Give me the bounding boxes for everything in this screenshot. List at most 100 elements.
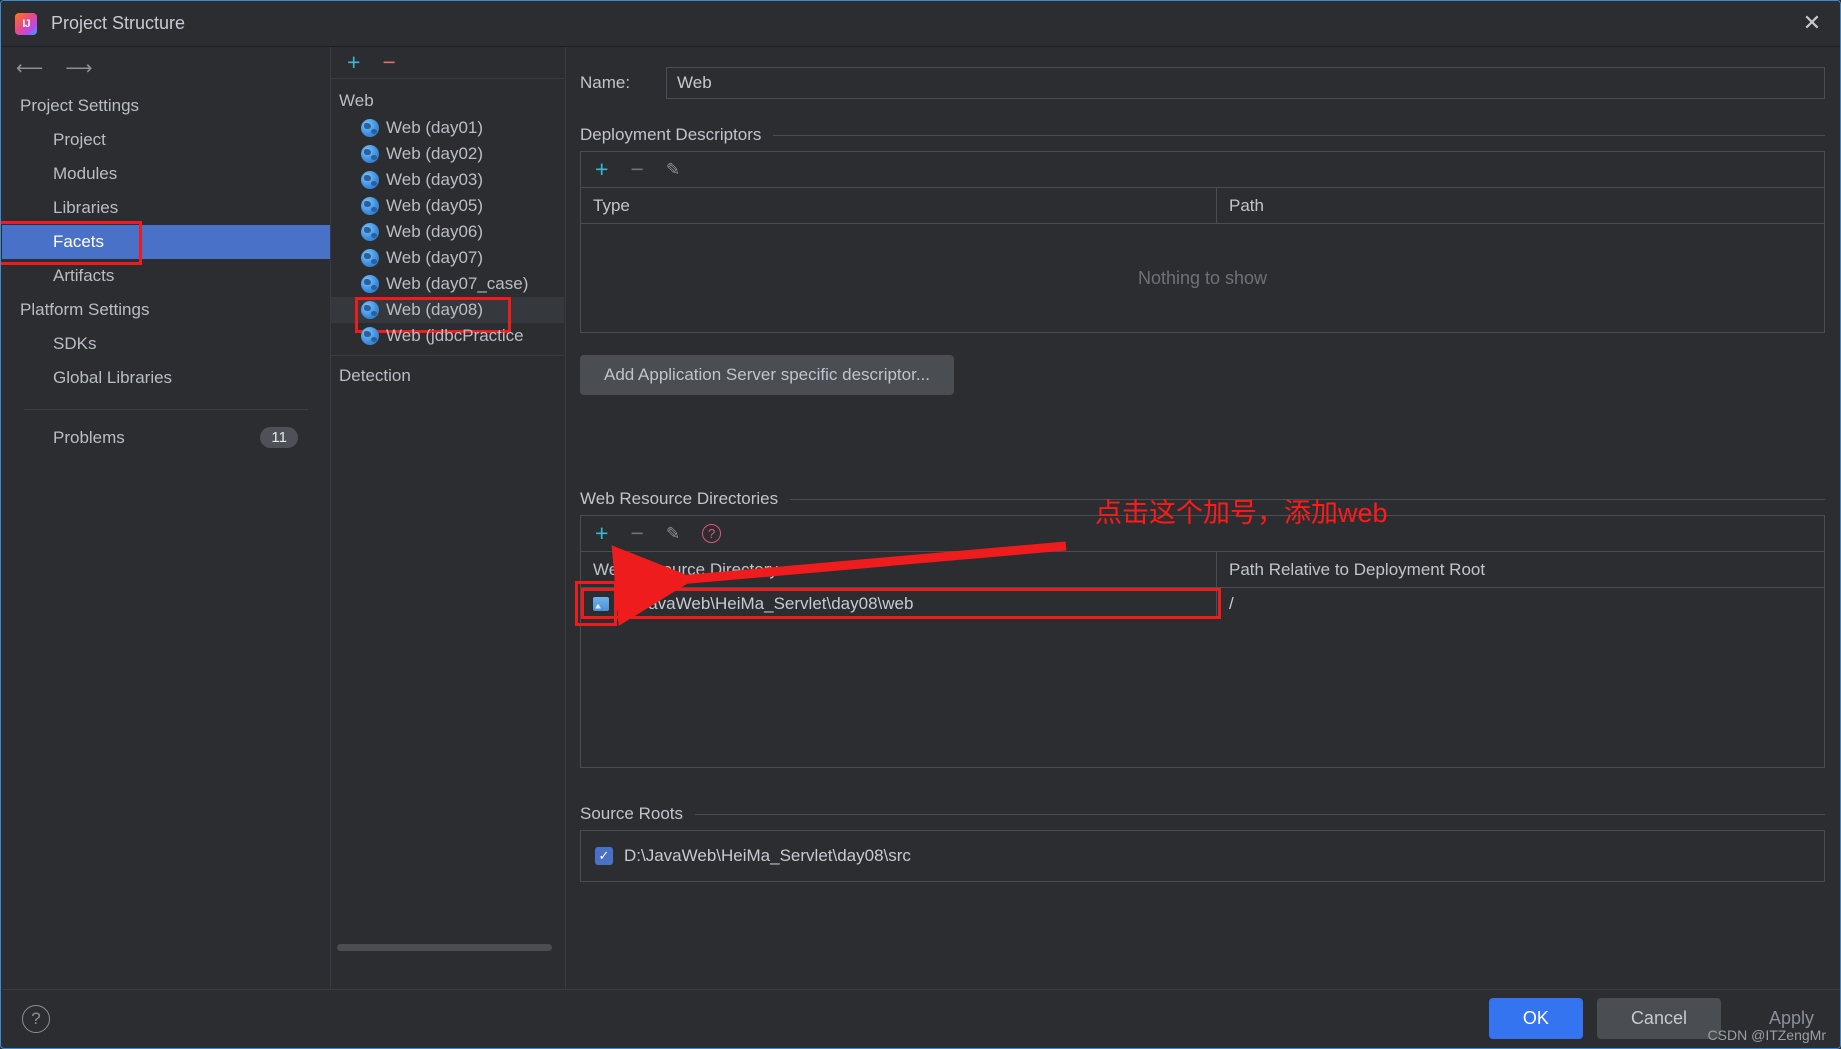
deployment-descriptors-title: Deployment Descriptors <box>580 125 1825 145</box>
tree-divider <box>331 355 564 356</box>
title-bar: IJ Project Structure ✕ <box>1 1 1840 47</box>
tree-section-detection: Detection <box>339 366 411 385</box>
close-icon[interactable]: ✕ <box>1792 5 1832 41</box>
arrow-right-icon[interactable]: ⟶ <box>65 59 92 78</box>
tree-item-label: Web (day01) <box>386 118 484 137</box>
facet-tree-panel: + − Web Web (day01) Web (day02) Web (day… <box>330 47 564 992</box>
section-label: Source Roots <box>580 804 683 823</box>
sidebar-item-sdks[interactable]: SDKs <box>2 327 330 361</box>
sidebar-divider <box>24 409 308 410</box>
tree-item-web-day07-case[interactable]: Web (day07_case) <box>331 271 564 297</box>
tree-item-label: Web (day05) <box>386 196 484 215</box>
minus-icon[interactable]: − <box>630 522 643 545</box>
facet-detail-panel: Name: Deployment Descriptors + − ✎ Type … <box>565 47 1839 992</box>
column-header-web-resource-directory: Web Resource Directory <box>581 552 1217 587</box>
source-root-checkbox[interactable]: ✓ <box>595 847 613 865</box>
watermark: CSDN @ITZengMr <box>1707 1027 1826 1043</box>
column-header-path-relative: Path Relative to Deployment Root <box>1229 559 1486 579</box>
web-resource-table-header: Web Resource Directory Path Relative to … <box>581 552 1824 588</box>
web-resource-toolbar: + − ✎ ? <box>581 516 1824 552</box>
web-globe-icon <box>361 327 379 345</box>
web-resource-directory-value: D:\JavaWeb\HeiMa_Servlet\day08\web <box>618 593 914 613</box>
tree-item-web-day06[interactable]: Web (day06) <box>331 219 564 245</box>
plus-icon[interactable]: + <box>595 158 608 181</box>
web-globe-icon <box>361 301 379 319</box>
deployment-descriptors-panel: + − ✎ Type Path Nothing to show <box>580 151 1825 333</box>
cancel-button[interactable]: Cancel <box>1596 998 1721 1039</box>
section-label: Web Resource Directories <box>580 489 779 508</box>
question-mark-icon[interactable]: ? <box>702 524 722 543</box>
web-globe-icon <box>361 223 379 241</box>
deployment-toolbar: + − ✎ <box>581 152 1824 188</box>
ok-button[interactable]: OK <box>1488 998 1583 1039</box>
pencil-icon[interactable]: ✎ <box>666 525 680 542</box>
web-globe-icon <box>361 275 379 293</box>
tree-item-label: Web (day02) <box>386 144 484 163</box>
web-resource-directories-title: Web Resource Directories <box>580 489 1825 509</box>
tree-item-label: Web (day03) <box>386 170 484 189</box>
section-rule <box>773 134 1825 136</box>
section-label: Deployment Descriptors <box>580 125 762 144</box>
sidebar-item-problems[interactable]: Problems 11 <box>2 420 330 455</box>
section-rule <box>790 498 1825 500</box>
plus-icon[interactable]: + <box>347 51 360 74</box>
source-roots-title: Source Roots <box>580 804 1825 824</box>
sidebar-item-project[interactable]: Project <box>2 123 330 157</box>
web-resource-directories-panel: + − ✎ ? Web Resource Directory Path Rela… <box>580 515 1825 768</box>
tree-item-web-day01[interactable]: Web (day01) <box>331 115 564 141</box>
add-application-server-descriptor-button[interactable]: Add Application Server specific descript… <box>580 355 954 395</box>
minus-icon[interactable]: − <box>382 51 395 74</box>
tree-root-web: Web <box>339 91 374 110</box>
web-resource-table-rows: D:\JavaWeb\HeiMa_Servlet\day08\web / <box>581 588 1824 767</box>
tree-item-label: Web (day06) <box>386 222 484 241</box>
tree-item-label: Web (day07_case) <box>386 274 529 293</box>
problems-label: Problems <box>53 427 125 447</box>
facet-tree-body: Web Web (day01) Web (day02) Web (day03) … <box>331 79 564 959</box>
web-resource-empty-space <box>581 619 1824 767</box>
name-input[interactable] <box>666 67 1825 99</box>
sidebar-item-modules[interactable]: Modules <box>2 157 330 191</box>
intellij-idea-icon: IJ <box>15 12 37 35</box>
deployment-empty-state: Nothing to show <box>1137 267 1268 288</box>
dialog-footer: ? OK Cancel Apply CSDN @ITZengMr <box>2 989 1840 1047</box>
problems-count-badge: 11 <box>260 427 298 448</box>
sidebar-item-libraries[interactable]: Libraries <box>2 191 330 225</box>
tree-item-web-day02[interactable]: Web (day02) <box>331 141 564 167</box>
sidebar-item-facets[interactable]: Facets <box>1 221 330 265</box>
project-structure-dialog: IJ Project Structure ✕ ⟵ ⟶ Project Setti… <box>0 0 1841 1049</box>
sidebar-item-artifacts[interactable]: Artifacts <box>2 259 330 293</box>
web-globe-icon <box>361 197 379 215</box>
facet-tree-toolbar: + − <box>331 47 564 79</box>
sidebar-group-project-settings: Project Settings <box>20 96 140 115</box>
table-row[interactable]: D:\JavaWeb\HeiMa_Servlet\day08\web / <box>581 588 1824 619</box>
tree-item-web-day05[interactable]: Web (day05) <box>331 193 564 219</box>
tree-item-label: Web (day07) <box>386 248 484 267</box>
web-globe-icon <box>361 171 379 189</box>
tree-horizontal-scrollbar[interactable] <box>337 944 552 951</box>
add-descriptor-row: Add Application Server specific descript… <box>580 355 1825 395</box>
question-mark-icon[interactable]: ? <box>22 1004 50 1033</box>
tree-item-label: Web (day08) <box>386 300 484 319</box>
web-globe-icon <box>361 145 379 163</box>
minus-icon[interactable]: − <box>630 158 643 181</box>
source-roots-panel: ✓ D:\JavaWeb\HeiMa_Servlet\day08\src <box>580 830 1825 882</box>
web-resource-directory-cell: D:\JavaWeb\HeiMa_Servlet\day08\web <box>581 588 1217 619</box>
arrow-left-icon[interactable]: ⟵ <box>16 59 43 78</box>
facet-name-row: Name: <box>566 59 1839 99</box>
web-resource-relative-path-cell: / <box>1229 593 1234 613</box>
name-label: Name: <box>580 73 631 92</box>
pencil-icon[interactable]: ✎ <box>666 161 680 178</box>
settings-sidebar: ⟵ ⟶ Project Settings Project Modules Lib… <box>1 47 330 992</box>
column-header-path: Path <box>1229 195 1264 215</box>
tree-item-web-day08[interactable]: Web (day08) <box>331 297 564 333</box>
column-header-type: Type <box>581 188 1217 223</box>
section-rule <box>695 813 1825 815</box>
deployment-table-header: Type Path <box>581 188 1824 224</box>
tree-item-web-jdbcpractice[interactable]: Web (jdbcPractice <box>331 323 564 349</box>
sidebar-item-global-libraries[interactable]: Global Libraries <box>2 361 330 395</box>
web-globe-icon <box>361 249 379 267</box>
tree-item-web-day03[interactable]: Web (day03) <box>331 167 564 193</box>
folder-icon <box>593 596 609 611</box>
plus-icon[interactable]: + <box>595 522 608 545</box>
tree-item-web-day07[interactable]: Web (day07) <box>331 245 564 271</box>
